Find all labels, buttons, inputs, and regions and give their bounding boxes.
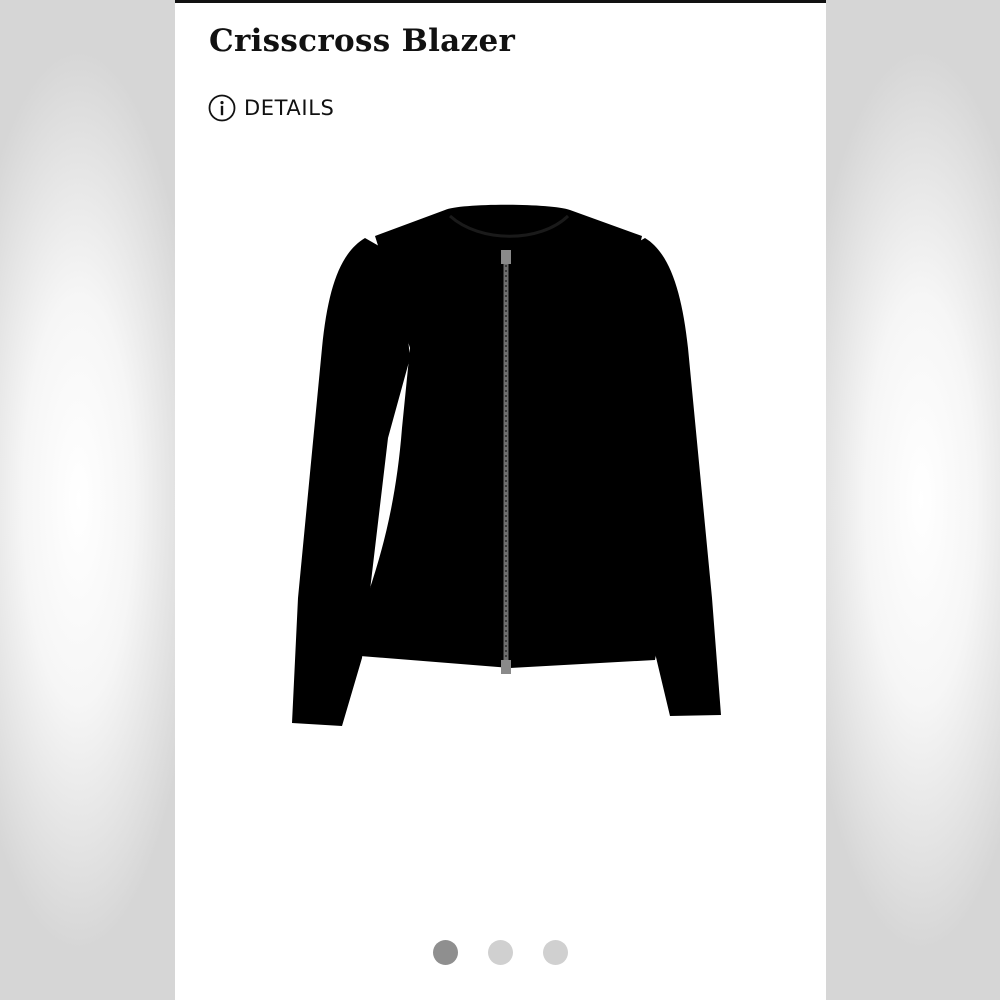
product-image[interactable] xyxy=(270,198,740,738)
product-title: Crisscross Blazer xyxy=(209,23,516,59)
info-icon xyxy=(208,94,236,122)
carousel-dot-1[interactable] xyxy=(433,940,458,965)
background-right xyxy=(825,0,1000,1000)
product-card: Crisscross Blazer DETAILS xyxy=(175,0,826,1000)
carousel-dot-2[interactable] xyxy=(488,940,513,965)
carousel-dot-3[interactable] xyxy=(543,940,568,965)
details-button[interactable]: DETAILS xyxy=(208,94,334,122)
background-left xyxy=(0,0,175,1000)
carousel-dots xyxy=(175,940,826,965)
details-label: DETAILS xyxy=(244,96,335,120)
